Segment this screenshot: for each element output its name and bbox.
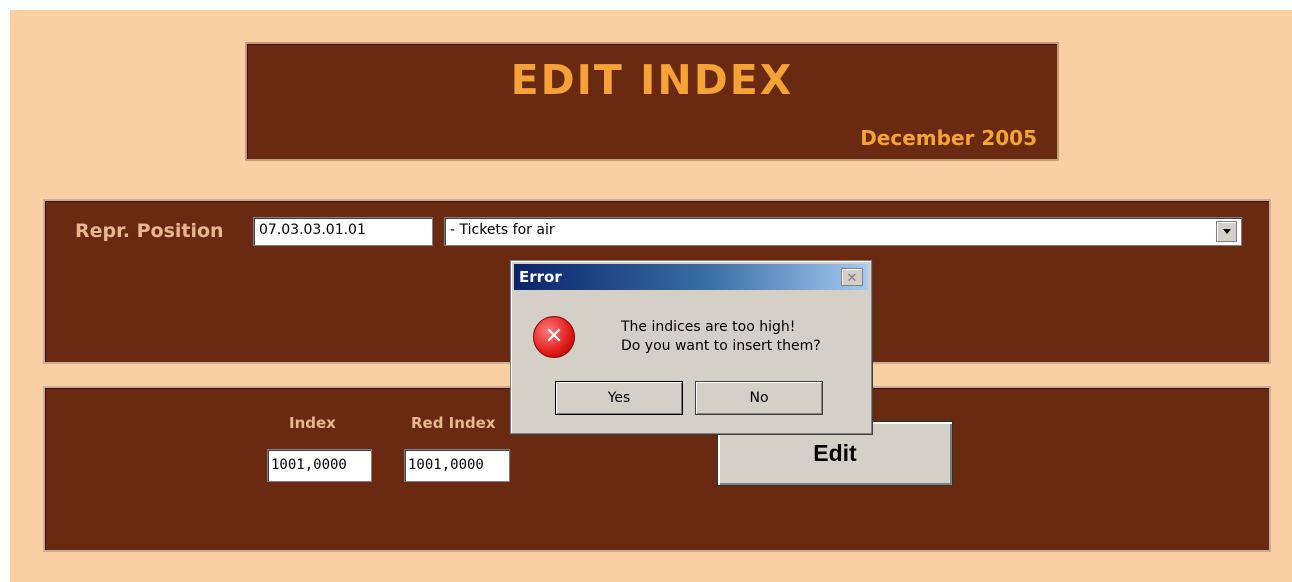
error-icon: ✕ <box>533 316 575 358</box>
edit-index-window: EDIT INDEX December 2005 Repr. Position … <box>10 10 1292 582</box>
page-title: EDIT INDEX <box>510 56 794 104</box>
index-label: Index <box>289 414 336 432</box>
close-icon[interactable]: ✕ <box>841 268 863 286</box>
error-dialog: Error ✕ ✕ The indices are too high! Do y… <box>510 260 872 434</box>
yes-button[interactable]: Yes <box>555 381 683 415</box>
no-button[interactable]: No <box>695 381 823 415</box>
dialog-title: Error <box>519 268 562 286</box>
dropdown-button[interactable] <box>1216 221 1237 242</box>
dialog-message: The indices are too high! Do you want to… <box>621 318 821 356</box>
position-select-value: - Tickets for air <box>450 222 555 238</box>
dialog-message-line-1: The indices are too high! <box>621 319 796 335</box>
chevron-down-icon <box>1222 229 1231 234</box>
header-banner: EDIT INDEX December 2005 <box>245 42 1059 161</box>
position-code-field[interactable]: 07.03.03.01.01 <box>253 217 433 246</box>
index-field[interactable]: 1001,0000 <box>267 449 372 482</box>
period-date: December 2005 <box>860 126 1037 150</box>
red-index-field[interactable]: 1001,0000 <box>404 449 510 482</box>
position-select[interactable]: - Tickets for air <box>444 217 1242 246</box>
dialog-message-line-2: Do you want to insert them? <box>621 338 821 354</box>
dialog-titlebar: Error ✕ <box>514 264 868 290</box>
repr-position-label: Repr. Position <box>75 220 224 242</box>
red-index-label: Red Index <box>411 414 496 432</box>
